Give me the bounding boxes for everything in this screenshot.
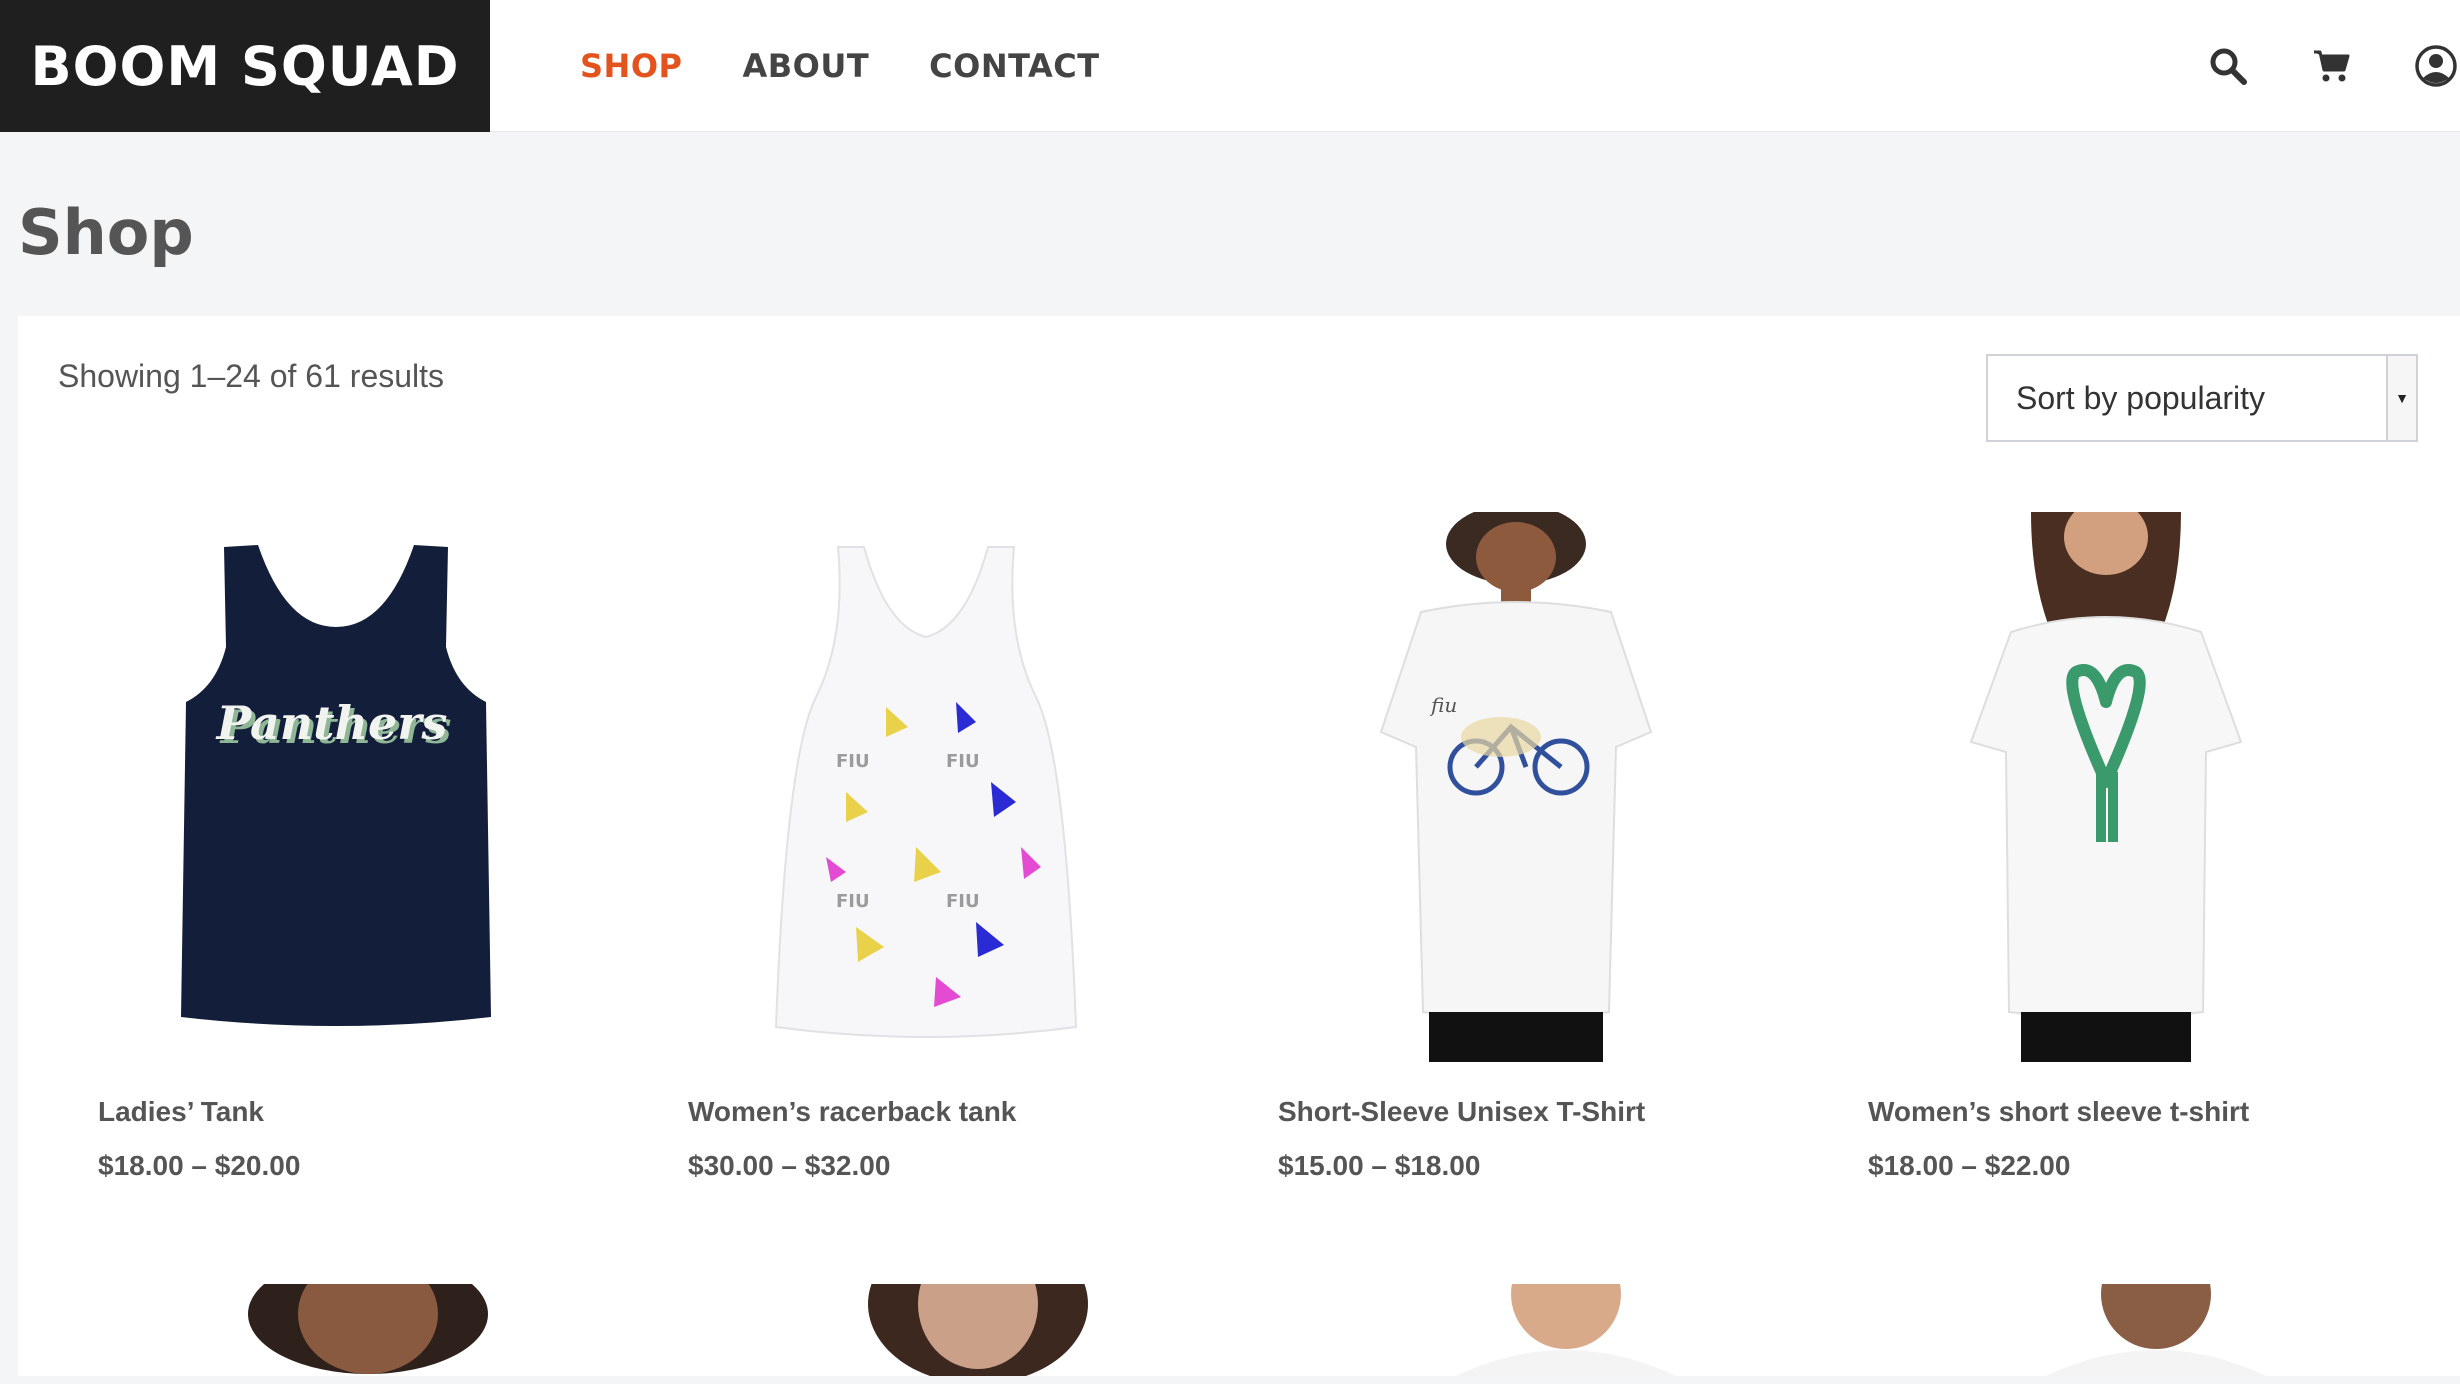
- product-card[interactable]: FIU FIU FIU FIU Women’s racerback tank $…: [646, 512, 1206, 1181]
- product-title[interactable]: Ladies’ Tank: [98, 1096, 264, 1128]
- product-image[interactable]: [1436, 1284, 1696, 1376]
- bike-tag-text: fiu: [1429, 693, 1457, 717]
- product-image[interactable]: [1826, 512, 2386, 1062]
- account-icon[interactable]: [2412, 42, 2460, 90]
- product-row-2: [18, 1284, 2460, 1384]
- nav-shop-link[interactable]: SHOP: [580, 47, 682, 85]
- results-count: Showing 1–24 of 61 results: [58, 358, 445, 394]
- product-image[interactable]: Panthers Panthers: [56, 512, 616, 1062]
- product-card[interactable]: fiu Short-Sleeve Unisex T-Shirt $15.00 –…: [1236, 512, 1796, 1181]
- product-price: $15.00 – $18.00: [1278, 1150, 1481, 1181]
- product-title[interactable]: Women’s short sleeve t-shirt: [1868, 1096, 2249, 1128]
- fiu-tag-text: FIU: [946, 891, 980, 912]
- product-image[interactable]: [848, 1284, 1108, 1376]
- product-image[interactable]: fiu: [1236, 512, 1796, 1062]
- dropdown-arrow-icon[interactable]: ▼: [2386, 356, 2416, 440]
- product-card[interactable]: Panthers Panthers Ladies’ Tank $18.00 – …: [56, 512, 616, 1181]
- main-nav: SHOP ABOUT CONTACT: [580, 0, 1100, 132]
- site-logo[interactable]: BOOM SQUAD: [0, 0, 490, 132]
- product-image[interactable]: [238, 1284, 498, 1376]
- nav-about-link[interactable]: ABOUT: [742, 47, 869, 85]
- nav-contact-link[interactable]: CONTACT: [929, 47, 1099, 85]
- product-image[interactable]: FIU FIU FIU FIU: [646, 512, 1206, 1062]
- product-title[interactable]: Women’s racerback tank: [688, 1096, 1016, 1128]
- top-navigation-bar: BOOM SQUAD SHOP ABOUT CONTACT: [0, 0, 2460, 132]
- search-icon[interactable]: [2204, 42, 2252, 90]
- product-price: $30.00 – $32.00: [688, 1150, 891, 1181]
- fiu-tag-text: FIU: [946, 751, 980, 772]
- product-price: $18.00 – $20.00: [98, 1150, 301, 1181]
- sort-select-value: Sort by popularity: [2016, 379, 2266, 416]
- page-title: Shop: [18, 196, 194, 269]
- product-title[interactable]: Short-Sleeve Unisex T-Shirt: [1278, 1096, 1645, 1128]
- product-price: $18.00 – $22.00: [1868, 1150, 2071, 1181]
- shop-panel: Showing 1–24 of 61 results Sort by popul…: [18, 316, 2460, 1376]
- cart-icon[interactable]: [2308, 42, 2356, 90]
- header-icons: [2204, 0, 2460, 132]
- product-image[interactable]: [2026, 1284, 2286, 1376]
- sort-select[interactable]: Sort by popularity ▼: [1986, 354, 2418, 442]
- tank-print-text: Panthers: [215, 696, 448, 750]
- product-card[interactable]: Women’s short sleeve t-shirt $18.00 – $2…: [1826, 512, 2386, 1181]
- fiu-tag-text: FIU: [836, 891, 870, 912]
- fiu-tag-text: FIU: [836, 751, 870, 772]
